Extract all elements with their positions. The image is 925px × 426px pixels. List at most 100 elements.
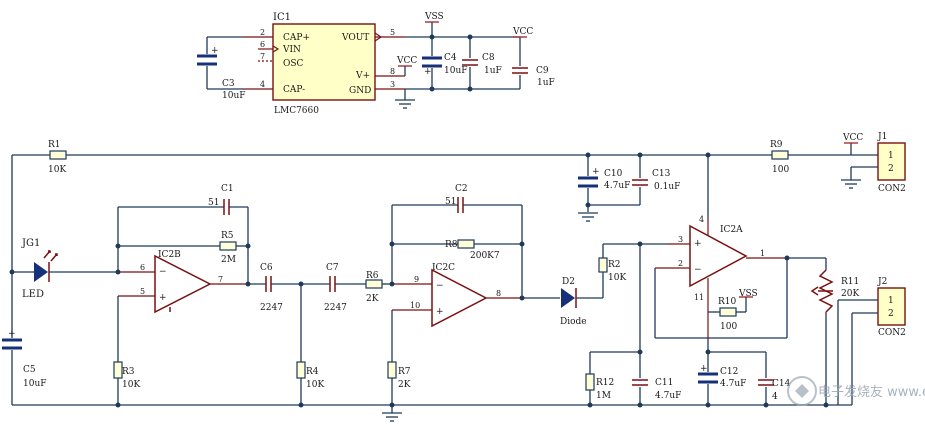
ic1-pin-cap-minus: CAP- — [283, 85, 305, 95]
svg-text:+: + — [8, 329, 16, 339]
c13-value: 0.1uF — [654, 182, 680, 192]
ic1-output-network: VSS + C4 10uF C8 1uF VCC C9 1uF VCC — [395, 12, 555, 109]
c5-ref: C5 — [23, 365, 36, 375]
svg-text:+: + — [436, 307, 444, 317]
svg-text:+: + — [211, 46, 219, 56]
j1-pin2: 2 — [888, 164, 894, 174]
diode-d2: D2 Diode — [525, 277, 603, 327]
c7-value: 2247 — [324, 303, 347, 313]
r1-ref: R1 — [48, 140, 61, 150]
j1-ref: J1 — [877, 132, 887, 142]
ground-symbol-j1 — [841, 179, 861, 189]
r8-value: 200K7 — [470, 251, 500, 261]
ic2a-pin-vminus: 11 — [694, 293, 704, 302]
vcc-label-c9: VCC — [512, 27, 533, 37]
r4-ref: R4 — [306, 367, 319, 377]
ic1-pin-cap-plus: CAP+ — [283, 33, 310, 43]
r11-ref: R11 — [841, 277, 859, 287]
ground-rail — [12, 402, 852, 422]
j1-value: CON2 — [878, 184, 906, 194]
c11-ref: C11 — [655, 378, 673, 388]
ic1-pinnum-8: 8 — [390, 67, 395, 76]
j2-value: CON2 — [878, 328, 906, 338]
c12-ref: C12 — [720, 367, 738, 377]
ic1-pinnum-5: 5 — [390, 28, 395, 37]
led-jg1: JG1 LED — [12, 238, 118, 300]
circuit-schematic: IC1 LMC7660 CAP+ VIN OSC CAP- VOUT V+ GN… — [2, 12, 925, 422]
ic2c-pin-out: 8 — [496, 289, 501, 298]
watermark-text: 电子发烧友 www.elecfans.com — [818, 384, 925, 400]
ic2c-pin-minus: 9 — [414, 275, 419, 284]
c3-value: 10uF — [222, 91, 246, 101]
ic1-part: LMC7660 — [274, 106, 319, 116]
connector-j1: J1 1 2 CON2 — [877, 132, 906, 194]
r5-value: 2M — [221, 255, 236, 265]
j1-pin1: 1 — [888, 151, 894, 161]
ic2b-ref: IC2B — [158, 250, 181, 260]
svg-text:+: + — [694, 239, 702, 249]
ic2c-ref: IC2C — [432, 263, 455, 273]
r7-value: 2K — [398, 380, 411, 390]
ic2b-pin-plus: 5 — [140, 287, 145, 296]
resistor-r2: R2 10K — [598, 243, 668, 298]
ground-symbol-ic1 — [395, 99, 415, 109]
c9-value: 1uF — [537, 78, 555, 88]
svg-text:−: − — [436, 281, 444, 291]
ic2a-pin-out: 1 — [760, 249, 765, 258]
c10-value: 4.7uF — [604, 181, 630, 191]
r9-ref: R9 — [770, 140, 783, 150]
c12-value: 4.7uF — [720, 379, 746, 389]
ic1-pin-gnd: GND — [349, 86, 371, 96]
opamp-ic2a-stage: IC2A + − 3 2 1 4 11 VSS R10 100 — [637, 215, 790, 340]
ic2c-pin-plus: 10 — [410, 301, 420, 310]
vss-label-r10: VSS — [738, 289, 758, 299]
ic1-pinnum-3: 3 — [390, 80, 395, 89]
j2-ref: J2 — [877, 277, 887, 287]
j2-pin1: 1 — [888, 296, 894, 306]
ic1-pinnum-6: 6 — [260, 40, 265, 49]
svg-text:+: + — [592, 167, 600, 177]
r4-value: 10K — [306, 380, 324, 390]
ic1-pin-vout: VOUT — [341, 33, 369, 43]
r11-value: 20K — [841, 289, 859, 299]
c10-ref: C10 — [604, 169, 623, 179]
d2-value: Diode — [560, 317, 587, 327]
c7-ref: C7 — [326, 263, 339, 273]
r3-value: 10K — [122, 380, 140, 390]
c8-value: 1uF — [484, 66, 502, 76]
opamp-ic2c-stage: IC2C − + 9 10 8 C2 51 R8 200K7 R7 2K — [387, 184, 525, 405]
ic1-ref: IC1 — [273, 12, 291, 23]
ground-symbol-c10 — [578, 212, 598, 222]
c1-ref: C1 — [221, 184, 234, 194]
c11-value: 4.7uF — [655, 391, 681, 401]
svg-text:−: − — [159, 267, 167, 277]
j2-pin2: 2 — [888, 309, 894, 319]
r2-ref: R2 — [608, 260, 621, 270]
ic2b-pin-minus: 6 — [140, 263, 145, 272]
ic2a-pin-vplus: 4 — [699, 215, 704, 224]
r3-ref: R3 — [122, 367, 135, 377]
r1-value: 10K — [48, 165, 66, 175]
ic2a-pin-minus: 2 — [678, 259, 683, 268]
coupling-network: C6 2247 R4 10K C7 2247 R6 2K — [248, 263, 392, 408]
ic1-pinnum-4: 4 — [260, 80, 265, 89]
ic1-pin-vin: VIN — [282, 45, 301, 55]
c1-value: 51 — [208, 198, 219, 208]
ic2a-ref: IC2A — [720, 225, 743, 235]
svg-text:+: + — [700, 364, 708, 374]
opamp-ic2b-stage: IC2B − + 6 5 7 C1 51 R5 2M R3 10K — [113, 184, 251, 405]
r10-value: 100 — [720, 322, 737, 332]
r6-value: 2K — [366, 294, 379, 304]
watermark: 电子发烧友 www.elecfans.com — [787, 376, 925, 406]
c6-value: 2247 — [260, 303, 283, 313]
c4-ref: C4 — [444, 53, 457, 63]
c14-value: 4 — [772, 392, 778, 402]
top-supply-rail: R1 10K + C10 4.7uF C13 0.1uF R9 100 VCC … — [9, 132, 906, 338]
r10-ref: R10 — [718, 297, 737, 307]
ic2a-pin-plus: 3 — [678, 235, 683, 244]
ic2b-pin-out: 7 — [218, 275, 223, 284]
c4-value: 10uF — [444, 66, 468, 76]
ic1-pinnum-7: 7 — [260, 52, 265, 61]
c13-ref: C13 — [652, 169, 671, 179]
c9-ref: C9 — [536, 66, 549, 76]
